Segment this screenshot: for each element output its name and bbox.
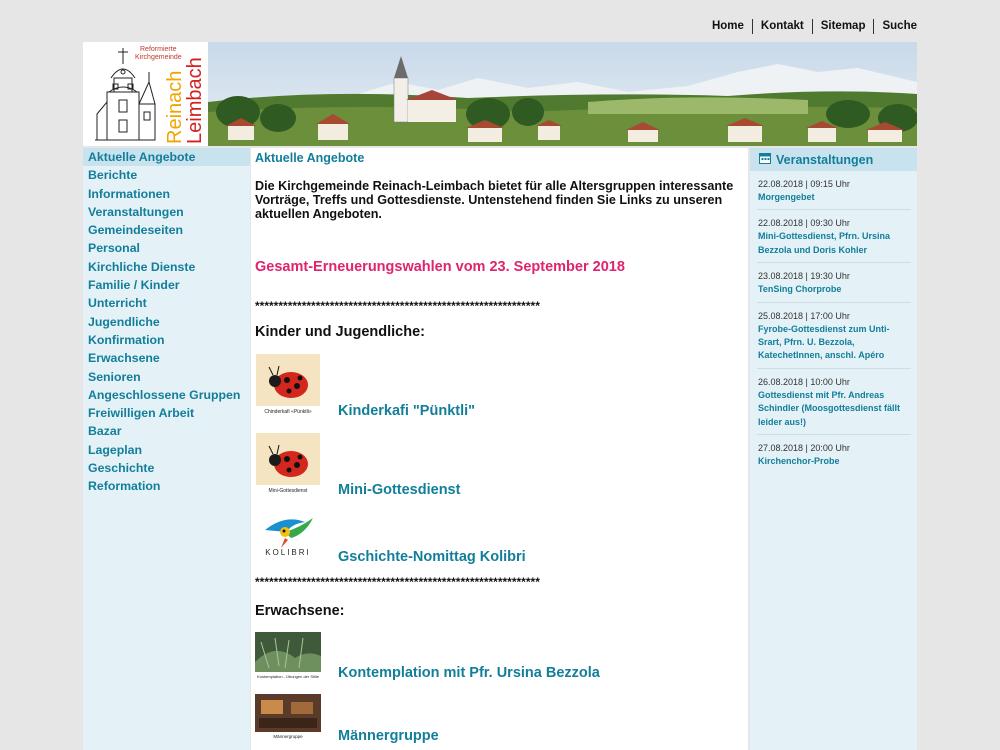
event-item: 27.08.2018 | 20:00 Uhr Kirchenchor-Probe (757, 435, 911, 473)
event-date: 27.08.2018 | 20:00 Uhr (758, 443, 850, 454)
sidebar-item-gemeindeseiten[interactable]: Gemeindeseiten (83, 221, 250, 239)
highlight-announcement: Gesamt-Erneuerungswahlen vom 23. Septemb… (255, 259, 625, 275)
sidebar-item-informationen[interactable]: Informationen (83, 185, 250, 203)
event-item: 23.08.2018 | 19:30 Uhr TenSing Chorprobe (757, 263, 911, 303)
mini-gottesdienst-thumbnail[interactable]: Mini-Gottesdienst (255, 432, 321, 494)
kolibri-thumbnail[interactable]: KOLIBRI (255, 510, 321, 562)
sidebar-item-bazar[interactable]: Bazar (83, 422, 250, 440)
event-item: 22.08.2018 | 09:15 Uhr Morgengebet (757, 171, 911, 211)
event-link[interactable]: TenSing Chorprobe (758, 283, 910, 296)
event-link[interactable]: Kirchenchor-Probe (758, 455, 910, 468)
sidebar-navigation: Aktuelle Angebote Berichte Informationen… (83, 148, 250, 750)
sidebar-item-personal[interactable]: Personal (83, 239, 250, 257)
sidebar-item-freiwilligen-arbeit[interactable]: Freiwilligen Arbeit (83, 404, 250, 422)
top-nav-suche[interactable]: Suche (873, 19, 917, 34)
event-item: 26.08.2018 | 10:00 Uhr Gottesdienst mit … (757, 369, 911, 436)
logo-line-2: Kirchgemeinde (135, 54, 182, 61)
divider-stars-2: ****************************************… (255, 575, 540, 589)
village-panorama-photo (208, 42, 917, 146)
event-date: 25.08.2018 | 17:00 Uhr (758, 310, 850, 321)
thumbnail-caption-kolibri: KOLIBRI (265, 548, 311, 557)
sidebar-item-senioren[interactable]: Senioren (83, 368, 250, 386)
offer-link-maennergruppe[interactable]: Männergruppe (338, 728, 439, 744)
header-banner: Reformierte Kirchgemeinde Reinach Leimba… (83, 42, 917, 146)
event-item: 25.08.2018 | 17:00 Uhr Fyrobe-Gottesdien… (757, 303, 911, 369)
kinderkafi-thumbnail[interactable]: Chinderkafi «Pünktli» (255, 353, 321, 415)
offer-link-kontemplation[interactable]: Kontemplation mit Pfr. Ursina Bezzola (338, 665, 600, 681)
offer-link-kinderkafi[interactable]: Kinderkafi "Pünktli" (338, 403, 475, 419)
main-content: Aktuelle Angebote Die Kirchgemeinde Rein… (251, 148, 748, 750)
event-link[interactable]: Mini-Gottesdienst, Pfrn. Ursina Bezzola … (758, 230, 910, 257)
sidebar-item-familie-kinder[interactable]: Familie / Kinder (83, 276, 250, 294)
logo-word-reinach: Reinach (164, 71, 186, 144)
sidebar-item-berichte[interactable]: Berichte (83, 166, 250, 184)
thumbnail-caption-kinderkafi: Chinderkafi «Pünktli» (264, 409, 311, 415)
offer-link-mini-gottesdienst[interactable]: Mini-Gottesdienst (338, 482, 460, 498)
event-item: 22.08.2018 | 09:30 Uhr Mini-Gottesdienst… (757, 210, 911, 264)
event-link[interactable]: Gottesdienst mit Pfr. Andreas Schindler … (758, 389, 910, 429)
kontemplation-thumbnail[interactable]: Kontemplation - Übungen der Stille (255, 632, 321, 680)
sidebar-item-erwachsene[interactable]: Erwachsene (83, 349, 250, 367)
events-title: Veranstaltungen (776, 152, 874, 167)
sidebar-item-angeschlossene-gruppen[interactable]: Angeschlossene Gruppen (83, 386, 250, 404)
event-date: 22.08.2018 | 09:30 Uhr (758, 218, 850, 229)
thumbnail-caption-mini-gottesdienst: Mini-Gottesdienst (269, 488, 309, 494)
events-sidebar: Veranstaltungen 22.08.2018 | 09:15 Uhr M… (750, 148, 917, 750)
sidebar-item-aktuelle-angebote[interactable]: Aktuelle Angebote (83, 148, 250, 167)
sidebar-item-veranstaltungen[interactable]: Veranstaltungen (83, 203, 250, 221)
thumbnail-caption-kontemplation: Kontemplation - Übungen der Stille (257, 674, 320, 679)
page-title: Aktuelle Angebote (255, 151, 365, 165)
logo-line-1: Reformierte (140, 46, 177, 53)
sidebar-item-jugendliche[interactable]: Jugendliche (83, 313, 250, 331)
church-logo[interactable]: Reformierte Kirchgemeinde Reinach Leimba… (83, 42, 208, 146)
event-date: 22.08.2018 | 09:15 Uhr (758, 179, 850, 189)
intro-text: Die Kirchgemeinde Reinach-Leimbach biete… (255, 179, 734, 221)
offer-link-kolibri[interactable]: Gschichte-Nomittag Kolibri (338, 549, 526, 565)
event-date: 26.08.2018 | 10:00 Uhr (758, 376, 850, 387)
top-nav-kontakt[interactable]: Kontakt (751, 19, 812, 34)
sidebar-item-reformation[interactable]: Reformation (83, 477, 250, 495)
sidebar-item-lageplan[interactable]: Lageplan (83, 441, 250, 459)
event-link[interactable]: Fyrobe-Gottesdienst zum Unti-Srart, Pfrn… (758, 323, 910, 363)
sidebar-item-kirchliche-dienste[interactable]: Kirchliche Dienste (83, 258, 250, 276)
sidebar-item-geschichte[interactable]: Geschichte (83, 459, 250, 477)
maennergruppe-thumbnail[interactable]: Männergruppe (255, 694, 321, 740)
top-nav-home[interactable]: Home (704, 19, 752, 34)
thumbnail-caption-maennergruppe: Männergruppe (273, 734, 303, 739)
sidebar-item-konfirmation[interactable]: Konfirmation (83, 331, 250, 349)
event-date: 23.08.2018 | 19:30 Uhr (758, 271, 850, 282)
event-link[interactable]: Morgengebet (758, 191, 910, 204)
calendar-icon (759, 151, 771, 169)
section-heading-kids: Kinder und Jugendliche: (255, 324, 425, 340)
logo-word-leimbach: Leimbach (184, 57, 206, 144)
divider-stars: ****************************************… (255, 299, 540, 313)
sidebar-item-unterricht[interactable]: Unterricht (83, 294, 250, 312)
top-navigation: Home Kontakt Sitemap Suche (704, 19, 917, 34)
top-nav-sitemap[interactable]: Sitemap (811, 19, 874, 34)
section-heading-adults: Erwachsene: (255, 603, 345, 619)
events-header: Veranstaltungen (750, 148, 917, 171)
